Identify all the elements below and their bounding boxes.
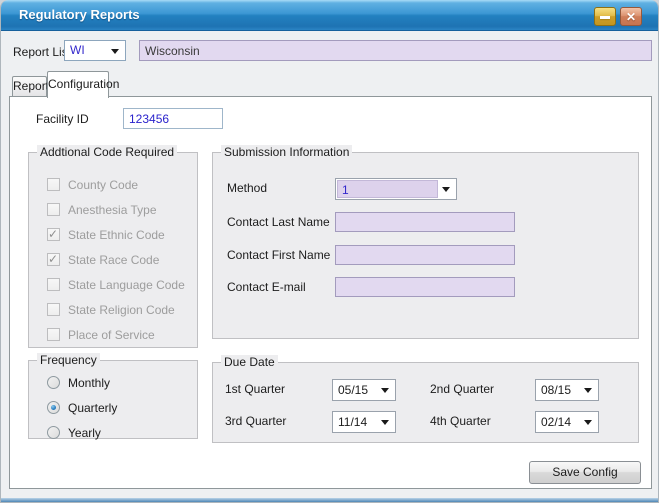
quarter-4-combo[interactable]: 02/14 <box>535 411 599 433</box>
contact-last-name-label: Contact Last Name <box>227 215 330 229</box>
contact-email-label: Contact E-mail <box>227 280 306 294</box>
checkbox-label: State Religion Code <box>68 303 175 317</box>
radio-label: Yearly <box>68 426 101 440</box>
dropdown-arrow-icon <box>381 388 389 393</box>
report-list-label: Report List <box>13 45 71 59</box>
state-ethnic-code-checkbox: ✓ <box>47 228 60 241</box>
contact-last-name-field[interactable] <box>335 212 515 232</box>
groupbox-additional-codes: Addtional Code Required ✓ County Code ✓ … <box>28 152 198 348</box>
minimize-button[interactable] <box>594 7 616 26</box>
report-list-combo[interactable]: WI <box>64 40 126 61</box>
tab-report-label: Report <box>13 79 49 93</box>
check-icon: ✓ <box>48 227 58 241</box>
dropdown-arrow-icon <box>381 420 389 425</box>
quarter-2-combo[interactable]: 08/15 <box>535 379 599 401</box>
tab-report[interactable]: Report <box>12 76 47 96</box>
checkbox-row-place-of-service: ✓ Place of Service <box>47 327 189 342</box>
quarter-3-combo[interactable]: 11/14 <box>332 411 396 433</box>
checkbox-label: Place of Service <box>68 328 155 342</box>
checkbox-row-state-race-code: ✓ State Race Code <box>47 252 189 267</box>
method-value: 1 <box>337 180 438 198</box>
state-language-code-checkbox: ✓ <box>47 278 60 291</box>
additional-codes-title: Addtional Code Required <box>37 145 177 159</box>
close-icon: ✕ <box>621 10 641 24</box>
checkbox-row-state-religion-code: ✓ State Religion Code <box>47 302 189 317</box>
radio-label: Monthly <box>68 376 110 390</box>
method-label: Method <box>227 181 267 195</box>
radio-label: Quarterly <box>68 401 117 415</box>
checkbox-label: County Code <box>68 178 138 192</box>
facility-id-input[interactable] <box>123 108 223 129</box>
quarter-1-label: 1st Quarter <box>225 382 285 396</box>
checkbox-row-county-code: ✓ County Code <box>47 177 189 192</box>
contact-first-name-field[interactable] <box>335 245 515 265</box>
title-bar[interactable]: Regulatory Reports ✕ <box>1 0 659 31</box>
quarter-2-label: 2nd Quarter <box>430 382 494 396</box>
regulatory-reports-window: Regulatory Reports ✕ Report List WI Repo… <box>0 0 659 503</box>
quarter-4-label: 4th Quarter <box>430 414 491 428</box>
frequency-title: Frequency <box>37 353 100 367</box>
quarter-4-value: 02/14 <box>541 415 571 429</box>
groupbox-due-date: Due Date 1st Quarter 05/15 2nd Quarter 0… <box>212 362 639 443</box>
checkbox-row-state-language-code: ✓ State Language Code <box>47 277 189 292</box>
yearly-radio[interactable] <box>47 426 60 439</box>
checkbox-label: Anesthesia Type <box>68 203 157 217</box>
radio-row-yearly: Yearly <box>47 425 189 440</box>
contact-first-name-label: Contact First Name <box>227 248 330 262</box>
dropdown-arrow-icon <box>584 388 592 393</box>
report-list-value: WI <box>70 43 85 57</box>
minimize-icon <box>600 16 610 19</box>
save-config-button[interactable]: Save Config <box>529 461 641 484</box>
contact-email-field[interactable] <box>335 277 515 297</box>
county-code-checkbox: ✓ <box>47 178 60 191</box>
groupbox-frequency: Frequency Monthly Quarterly Yearly <box>28 360 198 439</box>
radio-row-monthly: Monthly <box>47 375 189 390</box>
checkbox-label: State Language Code <box>68 278 185 292</box>
checkbox-label: State Ethnic Code <box>68 228 165 242</box>
tab-configuration-label: Configuration <box>48 77 119 91</box>
place-of-service-checkbox: ✓ <box>47 328 60 341</box>
dropdown-arrow-icon <box>584 420 592 425</box>
tab-configuration[interactable]: Configuration <box>47 71 109 98</box>
quarter-3-value: 11/14 <box>338 415 367 429</box>
dropdown-arrow-icon <box>442 187 450 192</box>
monthly-radio[interactable] <box>47 376 60 389</box>
close-button[interactable]: ✕ <box>620 7 642 26</box>
window-title: Regulatory Reports <box>19 0 140 30</box>
due-date-title: Due Date <box>221 355 278 369</box>
radio-row-quarterly: Quarterly <box>47 400 189 415</box>
method-combo[interactable]: 1 <box>335 178 457 200</box>
checkbox-row-anesthesia-type: ✓ Anesthesia Type <box>47 202 189 217</box>
quarter-1-combo[interactable]: 05/15 <box>332 379 396 401</box>
checkbox-row-state-ethnic-code: ✓ State Ethnic Code <box>47 227 189 242</box>
state-race-code-checkbox: ✓ <box>47 253 60 266</box>
facility-id-label: Facility ID <box>36 112 89 126</box>
quarter-1-value: 05/15 <box>338 383 368 397</box>
quarterly-radio[interactable] <box>47 401 60 414</box>
check-icon: ✓ <box>48 252 58 266</box>
anesthesia-type-checkbox: ✓ <box>47 203 60 216</box>
submission-information-title: Submission Information <box>221 145 352 159</box>
dropdown-arrow-icon <box>111 49 119 54</box>
window-bottom-frame <box>1 498 659 502</box>
quarter-2-value: 08/15 <box>541 383 571 397</box>
state-religion-code-checkbox: ✓ <box>47 303 60 316</box>
groupbox-submission-information: Submission Information Method 1 Contact … <box>212 152 639 339</box>
report-name-field[interactable] <box>139 40 652 61</box>
checkbox-label: State Race Code <box>68 253 159 267</box>
quarter-3-label: 3rd Quarter <box>225 414 286 428</box>
